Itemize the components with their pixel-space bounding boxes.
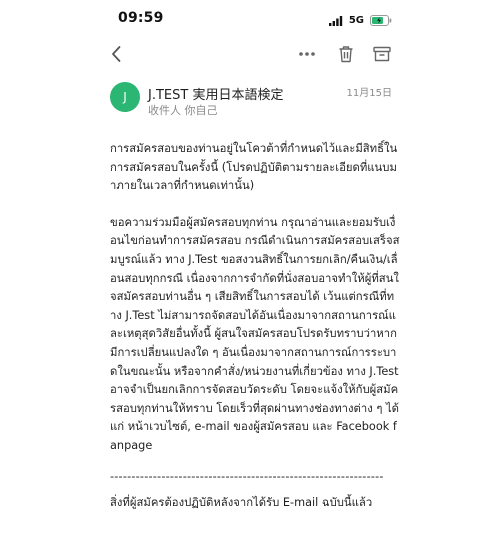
email-body: การสมัครสอบของท่านอยู่ในโควต้าที่กำหนดไว…: [110, 140, 400, 513]
signal-icon: [328, 11, 343, 30]
recipient-line[interactable]: 收件人 你自己: [148, 102, 218, 118]
toolbar: [0, 36, 500, 72]
archive-icon[interactable]: [372, 44, 392, 64]
trash-icon[interactable]: [336, 44, 356, 64]
sender-avatar: J: [110, 82, 140, 112]
back-chevron-icon[interactable]: [106, 44, 126, 64]
status-bar: 09:59 5G: [0, 0, 500, 36]
sender-name[interactable]: J.TEST 実用日本語検定: [148, 84, 283, 103]
status-indicators: 5G: [328, 11, 392, 30]
network-label: 5G: [348, 15, 364, 26]
status-time: 09:59: [118, 10, 164, 26]
body-paragraph-2: ขอความร่วมมือผู้สมัครสอบทุกท่าน กรุณาอ่า…: [110, 215, 400, 452]
more-icon[interactable]: [297, 44, 317, 64]
dashed-divider: ----------------------------------------…: [110, 469, 384, 483]
email-date: 11月15日: [346, 88, 392, 99]
body-paragraph-3: สิ่งที่ผู้สมัครต้องปฏิบัติหลังจากได้รับ …: [110, 496, 373, 510]
battery-icon: [370, 11, 392, 30]
email-header: J J.TEST 実用日本語検定 收件人 你自己 11月15日: [0, 80, 500, 120]
body-paragraph-1: การสมัครสอบของท่านอยู่ในโควต้าที่กำหนดไว…: [110, 142, 398, 193]
